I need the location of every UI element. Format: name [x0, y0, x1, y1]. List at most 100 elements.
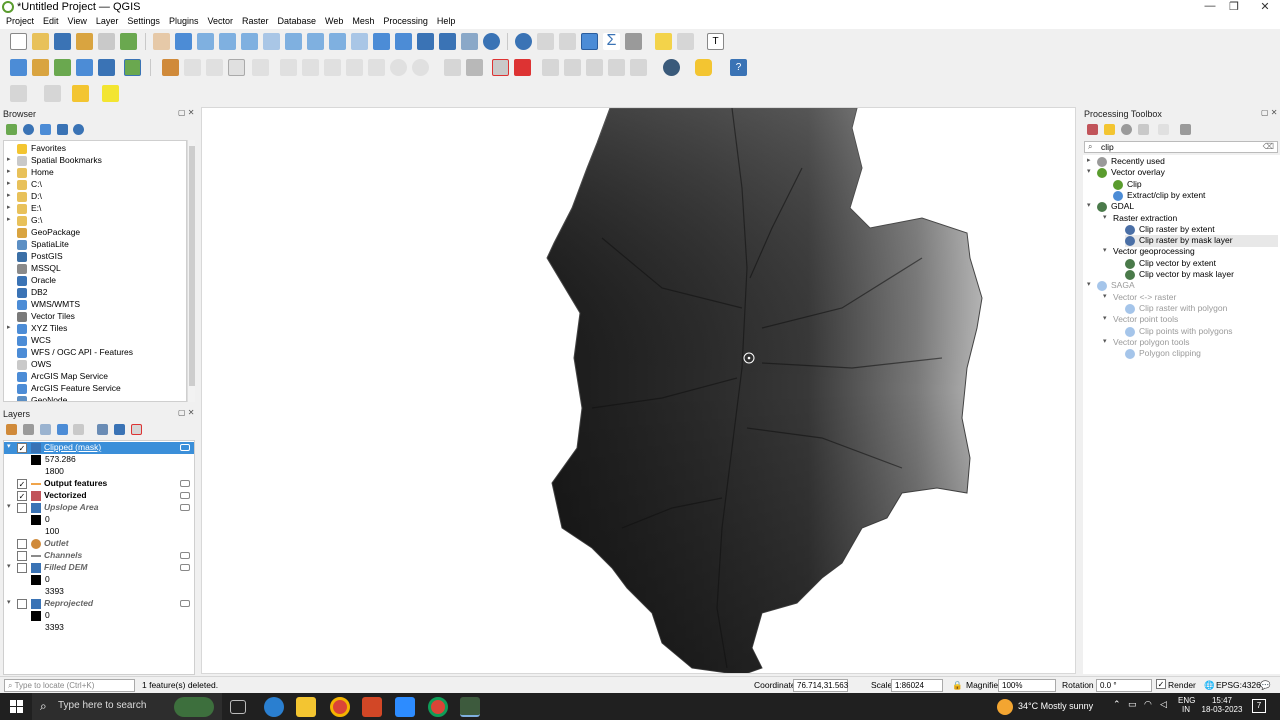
copy-features-icon[interactable]	[346, 59, 363, 76]
layer-row[interactable]: Channels	[4, 550, 194, 562]
processing-toolbox-icon[interactable]	[581, 33, 598, 50]
data-source-manager-icon[interactable]	[10, 59, 27, 76]
unpinned-labels-icon[interactable]	[514, 59, 531, 76]
filter-expression-icon[interactable]	[73, 424, 84, 435]
python-console-icon[interactable]	[695, 59, 712, 76]
layer-visibility-checkbox[interactable]: ✓	[17, 491, 27, 501]
expand-arrow-icon[interactable]: ▾	[1103, 292, 1107, 300]
processing-group[interactable]: ▾ Vector point tools	[1103, 314, 1278, 326]
filter-icon[interactable]	[40, 124, 51, 135]
expand-arrow-icon[interactable]: ▾	[1103, 337, 1107, 345]
powerpoint-icon[interactable]	[362, 697, 382, 717]
select-features-icon[interactable]	[10, 85, 27, 102]
add-raster-layer-icon[interactable]	[76, 59, 93, 76]
history-icon[interactable]	[1121, 124, 1132, 135]
results-viewer-icon[interactable]	[1138, 124, 1149, 135]
scripts-icon[interactable]	[1104, 124, 1115, 135]
locate-search-input[interactable]: ⌕ Type to locate (Ctrl+K)	[4, 679, 135, 692]
layer-row[interactable]: Outlet	[4, 538, 194, 550]
layer-indicator-icon[interactable]	[180, 444, 190, 451]
layer-row[interactable]: ▾ Upslope Area	[4, 502, 194, 514]
layer-indicator-icon[interactable]	[180, 504, 190, 511]
collapse-all-icon[interactable]	[57, 124, 68, 135]
layer-row[interactable]: ✓ Output features	[4, 478, 194, 490]
processing-algorithm[interactable]: Clip raster by mask layer	[1125, 235, 1278, 248]
field-calculator-icon[interactable]	[559, 33, 576, 50]
delete-selected-icon[interactable]	[302, 59, 319, 76]
clock[interactable]: 15:47 18-03-2023	[1200, 696, 1244, 714]
collapse-all-layers-icon[interactable]	[114, 424, 125, 435]
new-project-icon[interactable]	[10, 33, 27, 50]
measure-icon[interactable]	[625, 33, 642, 50]
open-project-icon[interactable]	[32, 33, 49, 50]
properties-info-icon[interactable]	[73, 124, 84, 135]
browser-panel-float-icon[interactable]: ▢ ✕	[178, 108, 194, 117]
processing-group[interactable]: ▾ Vector overlay	[1087, 167, 1278, 179]
statistics-sigma-icon[interactable]: Σ	[603, 33, 620, 50]
expand-arrow-icon[interactable]: ▸	[7, 203, 11, 211]
menu-web[interactable]: Web	[319, 15, 346, 29]
plugin-icon[interactable]	[663, 59, 680, 76]
layer-row[interactable]: ✓ Vectorized	[4, 490, 194, 502]
qgis-taskbar-icon[interactable]	[460, 697, 480, 717]
taskbar-search-box[interactable]: ⌕ Type here to search	[32, 693, 222, 720]
language-indicator[interactable]: ENG IN	[1178, 696, 1195, 714]
pan-to-selection-icon[interactable]	[175, 33, 192, 50]
processing-options-icon[interactable]	[1180, 124, 1191, 135]
browser-scrollbar[interactable]	[187, 140, 195, 402]
menu-edit[interactable]: Edit	[37, 15, 62, 29]
show-bookmarks-icon[interactable]	[439, 33, 456, 50]
processing-algorithm[interactable]: Clip points with polygons	[1125, 326, 1278, 338]
magnifier-field[interactable]: 100%	[998, 679, 1056, 692]
expand-arrow-icon[interactable]: ▾	[1103, 314, 1107, 322]
wifi-icon[interactable]: ◠	[1144, 699, 1152, 710]
select-location-icon[interactable]	[102, 85, 119, 102]
layer-visibility-checkbox[interactable]	[17, 599, 27, 609]
processing-algorithm[interactable]: Extract/clip by extent	[1113, 190, 1278, 202]
move-label-icon[interactable]	[542, 59, 559, 76]
vertex-tool-icon[interactable]	[252, 59, 269, 76]
rotation-field[interactable]: 0.0 °	[1096, 679, 1152, 692]
menu-view[interactable]: View	[62, 15, 90, 29]
layer-visibility-checkbox[interactable]	[17, 503, 27, 513]
layer-indicator-icon[interactable]	[180, 492, 190, 499]
task-view-icon[interactable]	[230, 700, 246, 714]
processing-algorithm[interactable]: Clip raster with polygon	[1125, 303, 1278, 315]
refresh-icon[interactable]	[483, 33, 500, 50]
new-bookmark-icon[interactable]	[417, 33, 434, 50]
weather-text[interactable]: 34°C Mostly sunny	[1018, 701, 1093, 711]
expand-arrow-icon[interactable]: ▸	[7, 179, 11, 187]
zoom-selection-icon[interactable]	[263, 33, 280, 50]
processing-algorithm[interactable]: Clip raster by extent	[1125, 224, 1278, 236]
models-icon[interactable]	[1087, 124, 1098, 135]
tray-chevron-icon[interactable]: ⌃	[1113, 699, 1121, 710]
rotate-label-icon[interactable]	[564, 59, 581, 76]
search-icon[interactable]	[677, 33, 694, 50]
coordinate-field[interactable]: 76.714,31.563	[793, 679, 848, 692]
label-pin-icon[interactable]	[466, 59, 483, 76]
expand-arrow-icon[interactable]: ▸	[7, 191, 11, 199]
processing-group[interactable]: ▾ Vector <-> raster	[1103, 292, 1278, 304]
highlight-labels-icon[interactable]	[492, 59, 509, 76]
processing-panel-float-icon[interactable]: ▢ ✕	[1261, 108, 1277, 117]
menu-raster[interactable]: Raster	[236, 15, 272, 29]
menu-layer[interactable]: Layer	[90, 15, 122, 29]
pan-hand-icon[interactable]	[153, 33, 170, 50]
chrome-profile-icon[interactable]	[428, 697, 448, 717]
save-edits-icon[interactable]	[206, 59, 223, 76]
select-by-expression-icon[interactable]	[44, 85, 61, 102]
expand-all-icon[interactable]	[97, 424, 108, 435]
processing-algorithm[interactable]: Clip	[1113, 179, 1278, 191]
refresh-icon[interactable]	[23, 124, 34, 135]
undo-icon[interactable]	[390, 59, 407, 76]
paste-features-icon[interactable]	[368, 59, 385, 76]
save-project-icon[interactable]	[54, 33, 71, 50]
help-icon[interactable]: ?	[730, 59, 747, 76]
expand-arrow-icon[interactable]: ▸	[7, 155, 11, 163]
style-manager-icon[interactable]	[120, 33, 137, 50]
new-3d-view-icon[interactable]	[395, 33, 412, 50]
menu-database[interactable]: Database	[272, 15, 320, 29]
new-map-view-icon[interactable]	[373, 33, 390, 50]
expand-arrow-icon[interactable]: ▾	[1087, 167, 1091, 175]
layer-row[interactable]: ▾ Reprojected	[4, 598, 194, 610]
